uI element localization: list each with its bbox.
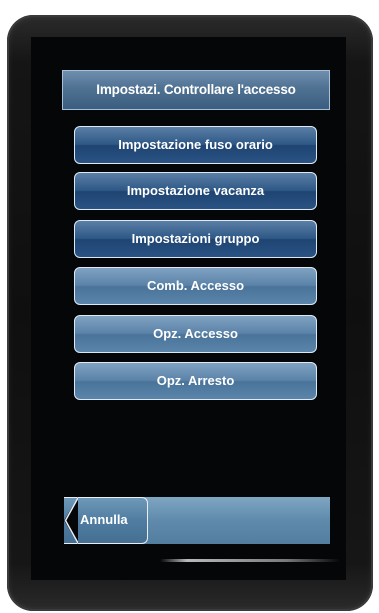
group-settings-button[interactable]: Impostazioni gruppo [74,220,317,258]
access-combination-button[interactable]: Comb. Accesso [74,267,317,305]
back-arrow-icon [64,497,78,544]
holiday-setting-button[interactable]: Impostazione vacanza [74,172,317,210]
access-options-button[interactable]: Opz. Accesso [74,315,317,353]
stop-options-button[interactable]: Opz. Arresto [74,362,317,400]
timezone-setting-button[interactable]: Impostazione fuso orario [74,126,317,164]
glass-reflection [160,559,340,562]
page-title: Impostazi. Controllare l'accesso [62,70,330,110]
